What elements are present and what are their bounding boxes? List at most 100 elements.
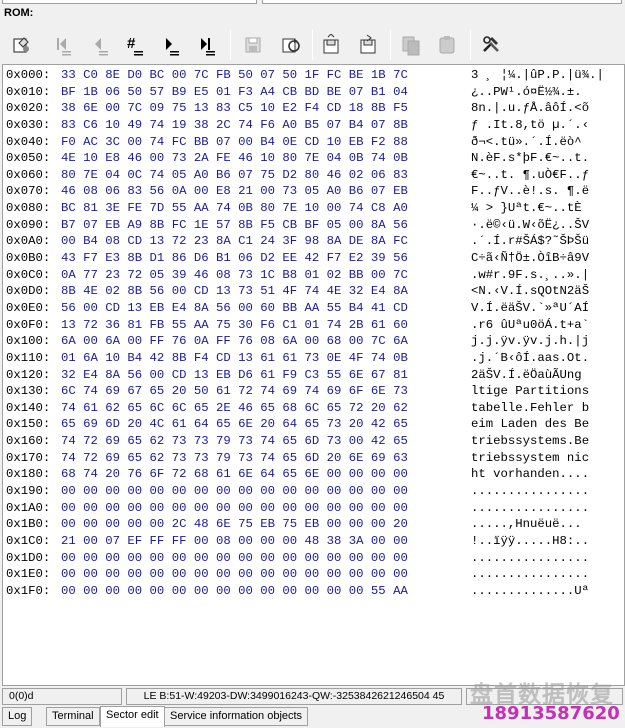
row-ascii[interactable]: !..ïÿÿ.....H8:..	[471, 533, 621, 550]
hex-row[interactable]: 0x020: 38 6E 00 7C 09 75 13 83 C5 10 E2 F…	[6, 100, 621, 117]
row-ascii[interactable]: 8n.|.u.ƒÅ.âôÍ.<õ	[471, 100, 621, 117]
hex-row[interactable]: 0x1B0: 00 00 00 00 00 2C 48 6E 75 EB 75 E…	[6, 516, 621, 533]
hex-row[interactable]: 0x030: 83 C6 10 49 74 19 38 2C 74 F6 A0 B…	[6, 117, 621, 134]
row-bytes[interactable]: 13 72 36 81 FB 55 AA 75 30 F6 C1 01 74 2…	[61, 317, 471, 334]
prev-sector-button[interactable]	[87, 32, 113, 58]
tab-service-information-objects[interactable]: Service information objects	[164, 707, 309, 726]
hex-row[interactable]: 0x0A0: 00 B4 08 CD 13 72 23 8A C1 24 3F 9…	[6, 233, 621, 250]
row-bytes[interactable]: 00 00 00 00 00 00 00 00 00 00 00 00 00 0…	[61, 550, 471, 567]
row-bytes[interactable]: F0 AC 3C 00 74 FC BB 07 00 B4 0E CD 10 E…	[61, 134, 471, 151]
open-button[interactable]	[8, 32, 34, 58]
hex-grid[interactable]: 0x000: 33 C0 8E D0 BC 00 7C FB 50 07 50 1…	[6, 67, 621, 600]
row-bytes[interactable]: 00 B4 08 CD 13 72 23 8A C1 24 3F 98 8A D…	[61, 233, 471, 250]
row-ascii[interactable]: .j.´B‹ôÍ.aas.Ot.	[471, 350, 621, 367]
row-bytes[interactable]: 21 00 07 EF FF FF 00 08 00 00 00 48 38 3…	[61, 533, 471, 550]
row-bytes[interactable]: 00 00 00 00 00 00 00 00 00 00 00 00 00 0…	[61, 500, 471, 517]
refresh-button[interactable]	[278, 32, 304, 58]
row-bytes[interactable]: 33 C0 8E D0 BC 00 7C FB 50 07 50 1F FC B…	[61, 67, 471, 84]
tab-sector-edit[interactable]: Sector edit	[100, 706, 165, 727]
row-bytes[interactable]: 32 E4 8A 56 00 CD 13 EB D6 61 F9 C3 55 6…	[61, 367, 471, 384]
row-ascii[interactable]: N.èF.s*þF.€~..t.	[471, 150, 621, 167]
save-sector-button[interactable]	[240, 32, 266, 58]
row-ascii[interactable]: triebssystem nic	[471, 450, 621, 467]
row-ascii[interactable]: 3 ¸ ¦¼.|ûP.P.|ü¾.|	[471, 67, 621, 84]
first-sector-button[interactable]	[50, 32, 76, 58]
row-ascii[interactable]: ƒ .It.8,tö µ.´.‹	[471, 117, 621, 134]
row-bytes[interactable]: 83 C6 10 49 74 19 38 2C 74 F6 A0 B5 07 B…	[61, 117, 471, 134]
read-sector-button[interactable]	[318, 32, 344, 58]
row-ascii[interactable]: ·.ë©‹ü.W‹õË¿..ŠV	[471, 217, 621, 234]
row-bytes[interactable]: BC 81 3E FE 7D 55 AA 74 0B 80 7E 10 00 7…	[61, 200, 471, 217]
row-ascii[interactable]: ................	[471, 500, 621, 517]
tools-button[interactable]	[478, 32, 504, 58]
hex-row[interactable]: 0x0F0: 13 72 36 81 FB 55 AA 75 30 F6 C1 0…	[6, 317, 621, 334]
hex-row[interactable]: 0x1D0: 00 00 00 00 00 00 00 00 00 00 00 0…	[6, 550, 621, 567]
hex-row[interactable]: 0x120: 32 E4 8A 56 00 CD 13 EB D6 61 F9 C…	[6, 367, 621, 384]
hex-row[interactable]: 0x140: 74 61 62 65 6C 6C 65 2E 46 65 68 6…	[6, 400, 621, 417]
row-bytes[interactable]: 01 6A 10 B4 42 8B F4 CD 13 61 61 73 0E 4…	[61, 350, 471, 367]
next-sector-button[interactable]	[158, 32, 184, 58]
tab-log[interactable]: Log	[2, 707, 33, 726]
row-ascii[interactable]: j.j.ÿv.ÿv.j.h.|j	[471, 333, 621, 350]
hex-row[interactable]: 0x160: 74 72 69 65 62 73 73 79 73 74 65 6…	[6, 433, 621, 450]
hex-row[interactable]: 0x060: 80 7E 04 0C 74 05 A0 B6 07 75 D2 8…	[6, 167, 621, 184]
hex-row[interactable]: 0x080: BC 81 3E FE 7D 55 AA 74 0B 80 7E 1…	[6, 200, 621, 217]
hex-row[interactable]: 0x150: 65 69 6D 20 4C 61 64 65 6E 20 64 6…	[6, 416, 621, 433]
row-ascii[interactable]: ..............Uª	[471, 583, 621, 600]
row-bytes[interactable]: 68 74 20 76 6F 72 68 61 6E 64 65 6E 00 0…	[61, 466, 471, 483]
row-ascii[interactable]: triebssystems.Be	[471, 433, 621, 450]
goto-sector-button[interactable]: #	[122, 32, 148, 58]
row-ascii[interactable]: V.Í.ëäŠV.`»ªU´AÍ	[471, 300, 621, 317]
row-ascii[interactable]: ................	[471, 550, 621, 567]
hex-row[interactable]: 0x1E0: 00 00 00 00 00 00 00 00 00 00 00 0…	[6, 566, 621, 583]
hex-row[interactable]: 0x090: B7 07 EB A9 8B FC 1E 57 8B F5 CB B…	[6, 217, 621, 234]
hex-row[interactable]: 0x190: 00 00 00 00 00 00 00 00 00 00 00 0…	[6, 483, 621, 500]
row-bytes[interactable]: 0A 77 23 72 05 39 46 08 73 1C B8 01 02 B…	[61, 267, 471, 284]
row-ascii[interactable]: €~..t. ¶.uÒ€F..ƒ	[471, 167, 621, 184]
hex-row[interactable]: 0x100: 6A 00 6A 00 FF 76 0A FF 76 08 6A 0…	[6, 333, 621, 350]
row-ascii[interactable]: .r6 ûUªu0öÁ.t+a`	[471, 317, 621, 334]
row-bytes[interactable]: 8B 4E 02 8B 56 00 CD 13 73 51 4F 74 4E 3…	[61, 283, 471, 300]
hex-row[interactable]: 0x010: BF 1B 06 50 57 B9 E5 01 F3 A4 CB B…	[6, 84, 621, 101]
row-ascii[interactable]: eim Laden des Be	[471, 416, 621, 433]
row-ascii[interactable]: ¿..PW¹.ó¤Ë½¾.±.	[471, 84, 621, 101]
paste-button[interactable]	[434, 32, 460, 58]
hex-row[interactable]: 0x0E0: 56 00 CD 13 EB E4 8A 56 00 60 BB A…	[6, 300, 621, 317]
row-bytes[interactable]: 00 00 00 00 00 00 00 00 00 00 00 00 00 0…	[61, 566, 471, 583]
row-bytes[interactable]: 38 6E 00 7C 09 75 13 83 C5 10 E2 F4 CD 1…	[61, 100, 471, 117]
row-bytes[interactable]: 80 7E 04 0C 74 05 A0 B6 07 75 D2 80 46 0…	[61, 167, 471, 184]
row-bytes[interactable]: 74 72 69 65 62 73 73 79 73 74 65 6D 73 0…	[61, 433, 471, 450]
row-bytes[interactable]: 43 F7 E3 8B D1 86 D6 B1 06 D2 EE 42 F7 E…	[61, 250, 471, 267]
last-sector-button[interactable]	[194, 32, 220, 58]
row-ascii[interactable]: 2äŠV.Í.ëÖaùÃUng	[471, 367, 621, 384]
hex-row[interactable]: 0x110: 01 6A 10 B4 42 8B F4 CD 13 61 61 7…	[6, 350, 621, 367]
write-sector-button[interactable]	[355, 32, 381, 58]
row-bytes[interactable]: 4E 10 E8 46 00 73 2A FE 46 10 80 7E 04 0…	[61, 150, 471, 167]
row-ascii[interactable]: <N.‹V.Í.sQOtN2äŠ	[471, 283, 621, 300]
row-bytes[interactable]: 74 72 69 65 62 73 73 79 73 74 65 6D 20 6…	[61, 450, 471, 467]
hex-row[interactable]: 0x1F0: 00 00 00 00 00 00 00 00 00 00 00 0…	[6, 583, 621, 600]
hex-row[interactable]: 0x0C0: 0A 77 23 72 05 39 46 08 73 1C B8 0…	[6, 267, 621, 284]
row-ascii[interactable]: ht vorhanden....	[471, 466, 621, 483]
row-bytes[interactable]: BF 1B 06 50 57 B9 E5 01 F3 A4 CB BD BE 0…	[61, 84, 471, 101]
row-bytes[interactable]: 6C 74 69 67 65 20 50 61 72 74 69 74 69 6…	[61, 383, 471, 400]
row-ascii[interactable]: .w#r.9F.s.¸..».|	[471, 267, 621, 284]
hex-row[interactable]: 0x070: 46 08 06 83 56 0A 00 E8 21 00 73 0…	[6, 183, 621, 200]
row-bytes[interactable]: 46 08 06 83 56 0A 00 E8 21 00 73 05 A0 B…	[61, 183, 471, 200]
row-ascii[interactable]: ð¬<.tü».´.Í.ëò^	[471, 134, 621, 151]
tab-terminal[interactable]: Terminal	[46, 707, 100, 726]
row-ascii[interactable]: C÷ã‹Ñ†Ö±.ÒîB÷â9V	[471, 250, 621, 267]
hex-row[interactable]: 0x180: 68 74 20 76 6F 72 68 61 6E 64 65 6…	[6, 466, 621, 483]
row-bytes[interactable]: 6A 00 6A 00 FF 76 0A FF 76 08 6A 00 68 0…	[61, 333, 471, 350]
row-ascii[interactable]: .....,Hnuëuë...	[471, 516, 621, 533]
row-ascii[interactable]: F..ƒV..è!.s. ¶.ë	[471, 183, 621, 200]
row-ascii[interactable]: ¼ > }Uªt.€~..tÈ	[471, 200, 621, 217]
hex-row[interactable]: 0x130: 6C 74 69 67 65 20 50 61 72 74 69 7…	[6, 383, 621, 400]
hex-row[interactable]: 0x000: 33 C0 8E D0 BC 00 7C FB 50 07 50 1…	[6, 67, 621, 84]
hex-editor[interactable]: 0x000: 33 C0 8E D0 BC 00 7C FB 50 07 50 1…	[2, 64, 625, 686]
row-bytes[interactable]: 00 00 00 00 00 00 00 00 00 00 00 00 00 0…	[61, 483, 471, 500]
row-ascii[interactable]: ................	[471, 566, 621, 583]
row-ascii[interactable]: ................	[471, 483, 621, 500]
hex-row[interactable]: 0x040: F0 AC 3C 00 74 FC BB 07 00 B4 0E C…	[6, 134, 621, 151]
row-bytes[interactable]: B7 07 EB A9 8B FC 1E 57 8B F5 CB BF 05 0…	[61, 217, 471, 234]
